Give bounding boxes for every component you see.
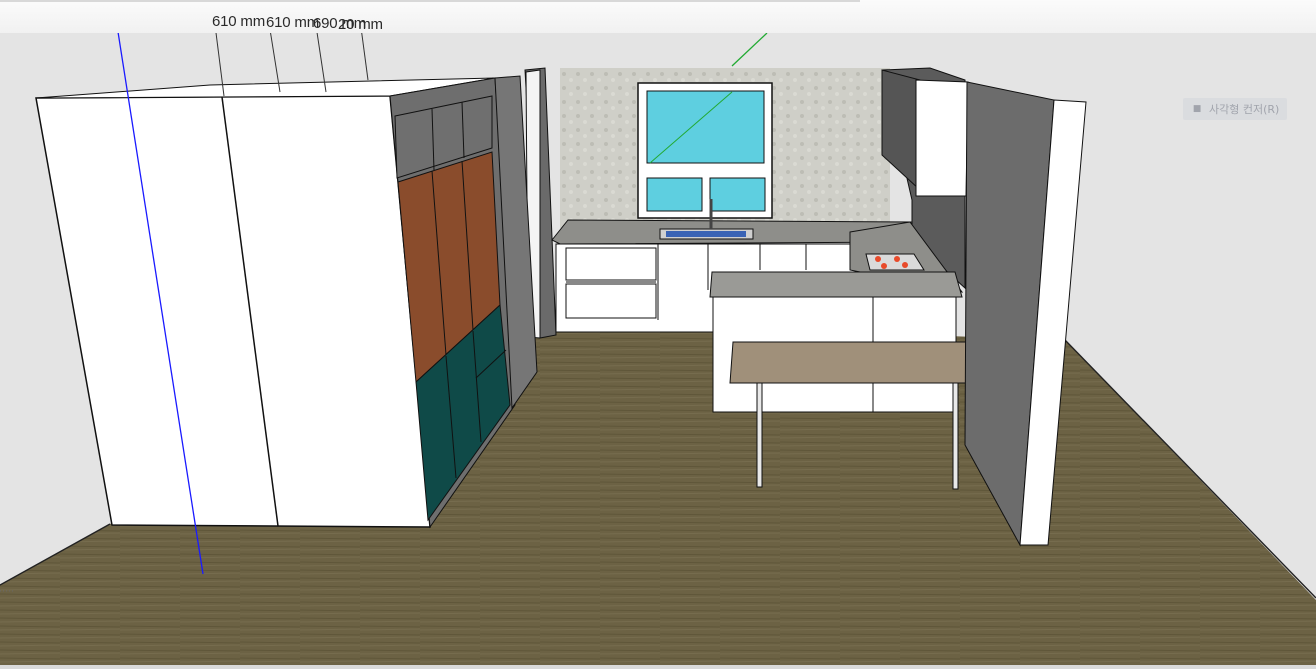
status-bar [0, 665, 1316, 669]
model-viewport[interactable] [0, 33, 1316, 669]
dimension-label: 20 mm [338, 16, 383, 33]
cooktop [865, 253, 925, 271]
window-glass-top [646, 90, 765, 164]
dimension-label: 610 mm [212, 13, 265, 30]
tool-hint-tooltip: ■ 사각형 컨저(R) [1183, 98, 1288, 120]
bar-table-top [729, 341, 999, 384]
sink-basin [666, 231, 746, 237]
upper-cabinet-end [915, 79, 969, 197]
tool-hint-text: 사각형 컨저(R) [1209, 103, 1280, 116]
window-titlebar [0, 0, 1316, 34]
dimension-label: 610 mm [266, 14, 319, 31]
kitchen-3d-scene[interactable] [0, 33, 1316, 669]
bar-table-leg-right [952, 382, 959, 490]
titlebar-divider [0, 0, 860, 2]
window-glass-right [709, 177, 766, 212]
rectangle-tool-icon: ■ [1192, 104, 1202, 114]
bar-table-leg-left [756, 382, 763, 488]
window-glass-left [646, 177, 703, 212]
peninsula-countertop [709, 271, 963, 298]
